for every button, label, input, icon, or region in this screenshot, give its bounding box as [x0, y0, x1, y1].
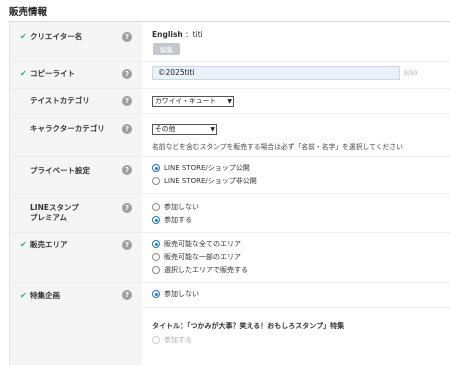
check-icon: ✔ — [20, 32, 27, 41]
privacy-help-icon[interactable]: ? — [122, 165, 132, 175]
privacy-label: プライベート設定 — [30, 166, 90, 175]
campaign-label: ✔ 特集企画 — [20, 291, 60, 300]
premium-help-icon[interactable]: ? — [122, 203, 132, 213]
row-divider — [10, 232, 450, 233]
chevron-down-icon: ▼ — [227, 98, 232, 105]
character-help-icon[interactable]: ? — [122, 124, 132, 134]
copyright-input[interactable]: ©2025titi — [152, 66, 400, 80]
area-option-selected[interactable]: 選択したエリアで販売する — [152, 265, 248, 275]
creator-name-value: English ：titi — [152, 30, 203, 40]
area-option-partial[interactable]: 販売可能な一部のエリア — [152, 252, 241, 262]
creator-label: ✔ クリエイター名 — [20, 32, 83, 41]
copyright-char-counter: 9/50 — [404, 70, 418, 77]
creator-edit-button[interactable]: 編集 — [153, 43, 180, 55]
creator-help-icon[interactable]: ? — [122, 32, 132, 42]
check-icon: ✔ — [20, 240, 27, 249]
radio-icon[interactable] — [152, 253, 160, 261]
row-divider — [10, 61, 450, 62]
row-divider — [10, 156, 450, 157]
campaign-help-icon[interactable]: ? — [122, 290, 132, 300]
section-title: 販売情報 — [9, 7, 48, 18]
radio-icon[interactable] — [152, 203, 160, 211]
radio-disabled-icon[interactable] — [152, 336, 160, 344]
taste-help-icon[interactable]: ? — [122, 96, 132, 106]
radio-icon[interactable] — [152, 177, 160, 185]
radio-selected-icon[interactable] — [152, 164, 160, 172]
taste-category-label: テイストカテゴリ — [30, 96, 90, 105]
row-divider — [10, 193, 450, 194]
privacy-option-public[interactable]: LINE STORE/ショップ公開 — [152, 163, 250, 173]
creator-lang: English — [152, 30, 183, 39]
creator-name: ：titi — [185, 30, 203, 39]
premium-option-no[interactable]: 参加しない — [152, 202, 199, 212]
taste-category-select[interactable]: カワイイ・キュート ▼ — [152, 96, 234, 107]
sales-area-label: ✔ 販売エリア — [20, 240, 68, 249]
premium-label: LINEスタンプ プレミアム — [30, 203, 79, 222]
row-divider — [142, 307, 450, 308]
radio-selected-icon[interactable] — [152, 290, 160, 298]
copyright-help-icon[interactable]: ? — [122, 69, 132, 79]
row-divider — [10, 113, 450, 114]
privacy-option-private[interactable]: LINE STORE/ショップ非公開 — [152, 176, 257, 186]
campaign-subtitle: タイトル：「つかみが大事？笑える！おもしろスタンプ」特集 — [152, 322, 345, 330]
radio-icon[interactable] — [152, 266, 160, 274]
character-category-label: キャラクターカテゴリ — [30, 124, 105, 133]
radio-selected-icon[interactable] — [152, 240, 160, 248]
chevron-down-icon: ▼ — [210, 126, 215, 133]
campaign-option-join[interactable]: 参加する — [152, 335, 192, 345]
area-option-all[interactable]: 販売可能な全てのエリア — [152, 239, 241, 249]
character-category-select[interactable]: その他 ▼ — [152, 124, 217, 135]
sales-area-help-icon[interactable]: ? — [122, 240, 132, 250]
row-divider — [10, 88, 450, 89]
campaign-option-none[interactable]: 参加しない — [152, 289, 199, 299]
check-icon: ✔ — [20, 69, 27, 78]
row-divider — [10, 282, 450, 283]
sales-info-page: 販売情報 ✔ クリエイター名 ? English ：titi 編集 ✔ コピーラ… — [0, 0, 450, 365]
premium-option-yes[interactable]: 参加する — [152, 215, 192, 225]
check-icon: ✔ — [20, 291, 27, 300]
copyright-label: ✔ コピーライト — [20, 69, 75, 78]
character-category-note: 名前などを含むスタンプを販売する場合は必ず「名前・名字」を選択してください — [152, 143, 403, 151]
radio-selected-icon[interactable] — [152, 216, 160, 224]
